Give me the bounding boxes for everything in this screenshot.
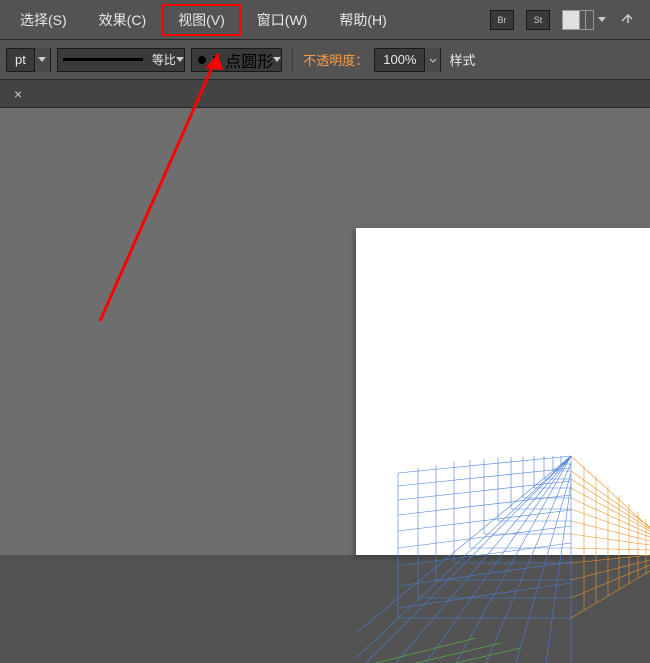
tab-bar: × [0,80,650,108]
menu-window[interactable]: 窗口(W) [241,4,324,36]
layout-dropdown-icon[interactable] [598,17,606,22]
layout-icon[interactable] [562,10,594,30]
menu-view[interactable]: 视图(V) [162,4,241,36]
opacity-value: 100% [375,52,424,67]
stroke-combo[interactable]: 等比 [57,48,185,72]
stock-icon[interactable]: St [526,10,550,30]
menu-select[interactable]: 选择(S) [4,4,83,36]
menubar: 选择(S) 效果(C) 视图(V) 窗口(W) 帮助(H) Br St [0,0,650,40]
sync-icon[interactable] [618,9,638,30]
stroke-label: 等比 [152,51,176,68]
close-icon[interactable]: × [14,86,22,102]
shape-label: 5 点圆形 [212,48,273,72]
shape-combo[interactable]: 5 点圆形 [191,48,282,72]
workspace[interactable] [0,108,650,555]
menu-help[interactable]: 帮助(H) [323,4,402,36]
bridge-icon[interactable]: Br [490,10,514,30]
menu-effect[interactable]: 效果(C) [83,4,162,36]
unit-combo[interactable]: pt [6,48,51,72]
artboard[interactable] [356,228,650,555]
opacity-combo[interactable]: 100% [374,48,441,72]
shape-dropdown-icon[interactable] [273,57,281,62]
menubar-icons: Br St [490,9,638,30]
option-bar: pt 等比 5 点圆形 不透明度： 100% 样式 [0,40,650,80]
divider [292,48,293,72]
style-label: 样式 [449,50,475,69]
opacity-dropdown-icon[interactable] [424,48,440,72]
stroke-preview [58,48,148,72]
opacity-label: 不透明度： [303,50,368,69]
unit-dropdown-icon[interactable] [34,48,50,72]
stroke-dropdown-icon[interactable] [176,57,184,62]
unit-value: pt [7,52,34,67]
shape-dot-icon [198,56,206,64]
